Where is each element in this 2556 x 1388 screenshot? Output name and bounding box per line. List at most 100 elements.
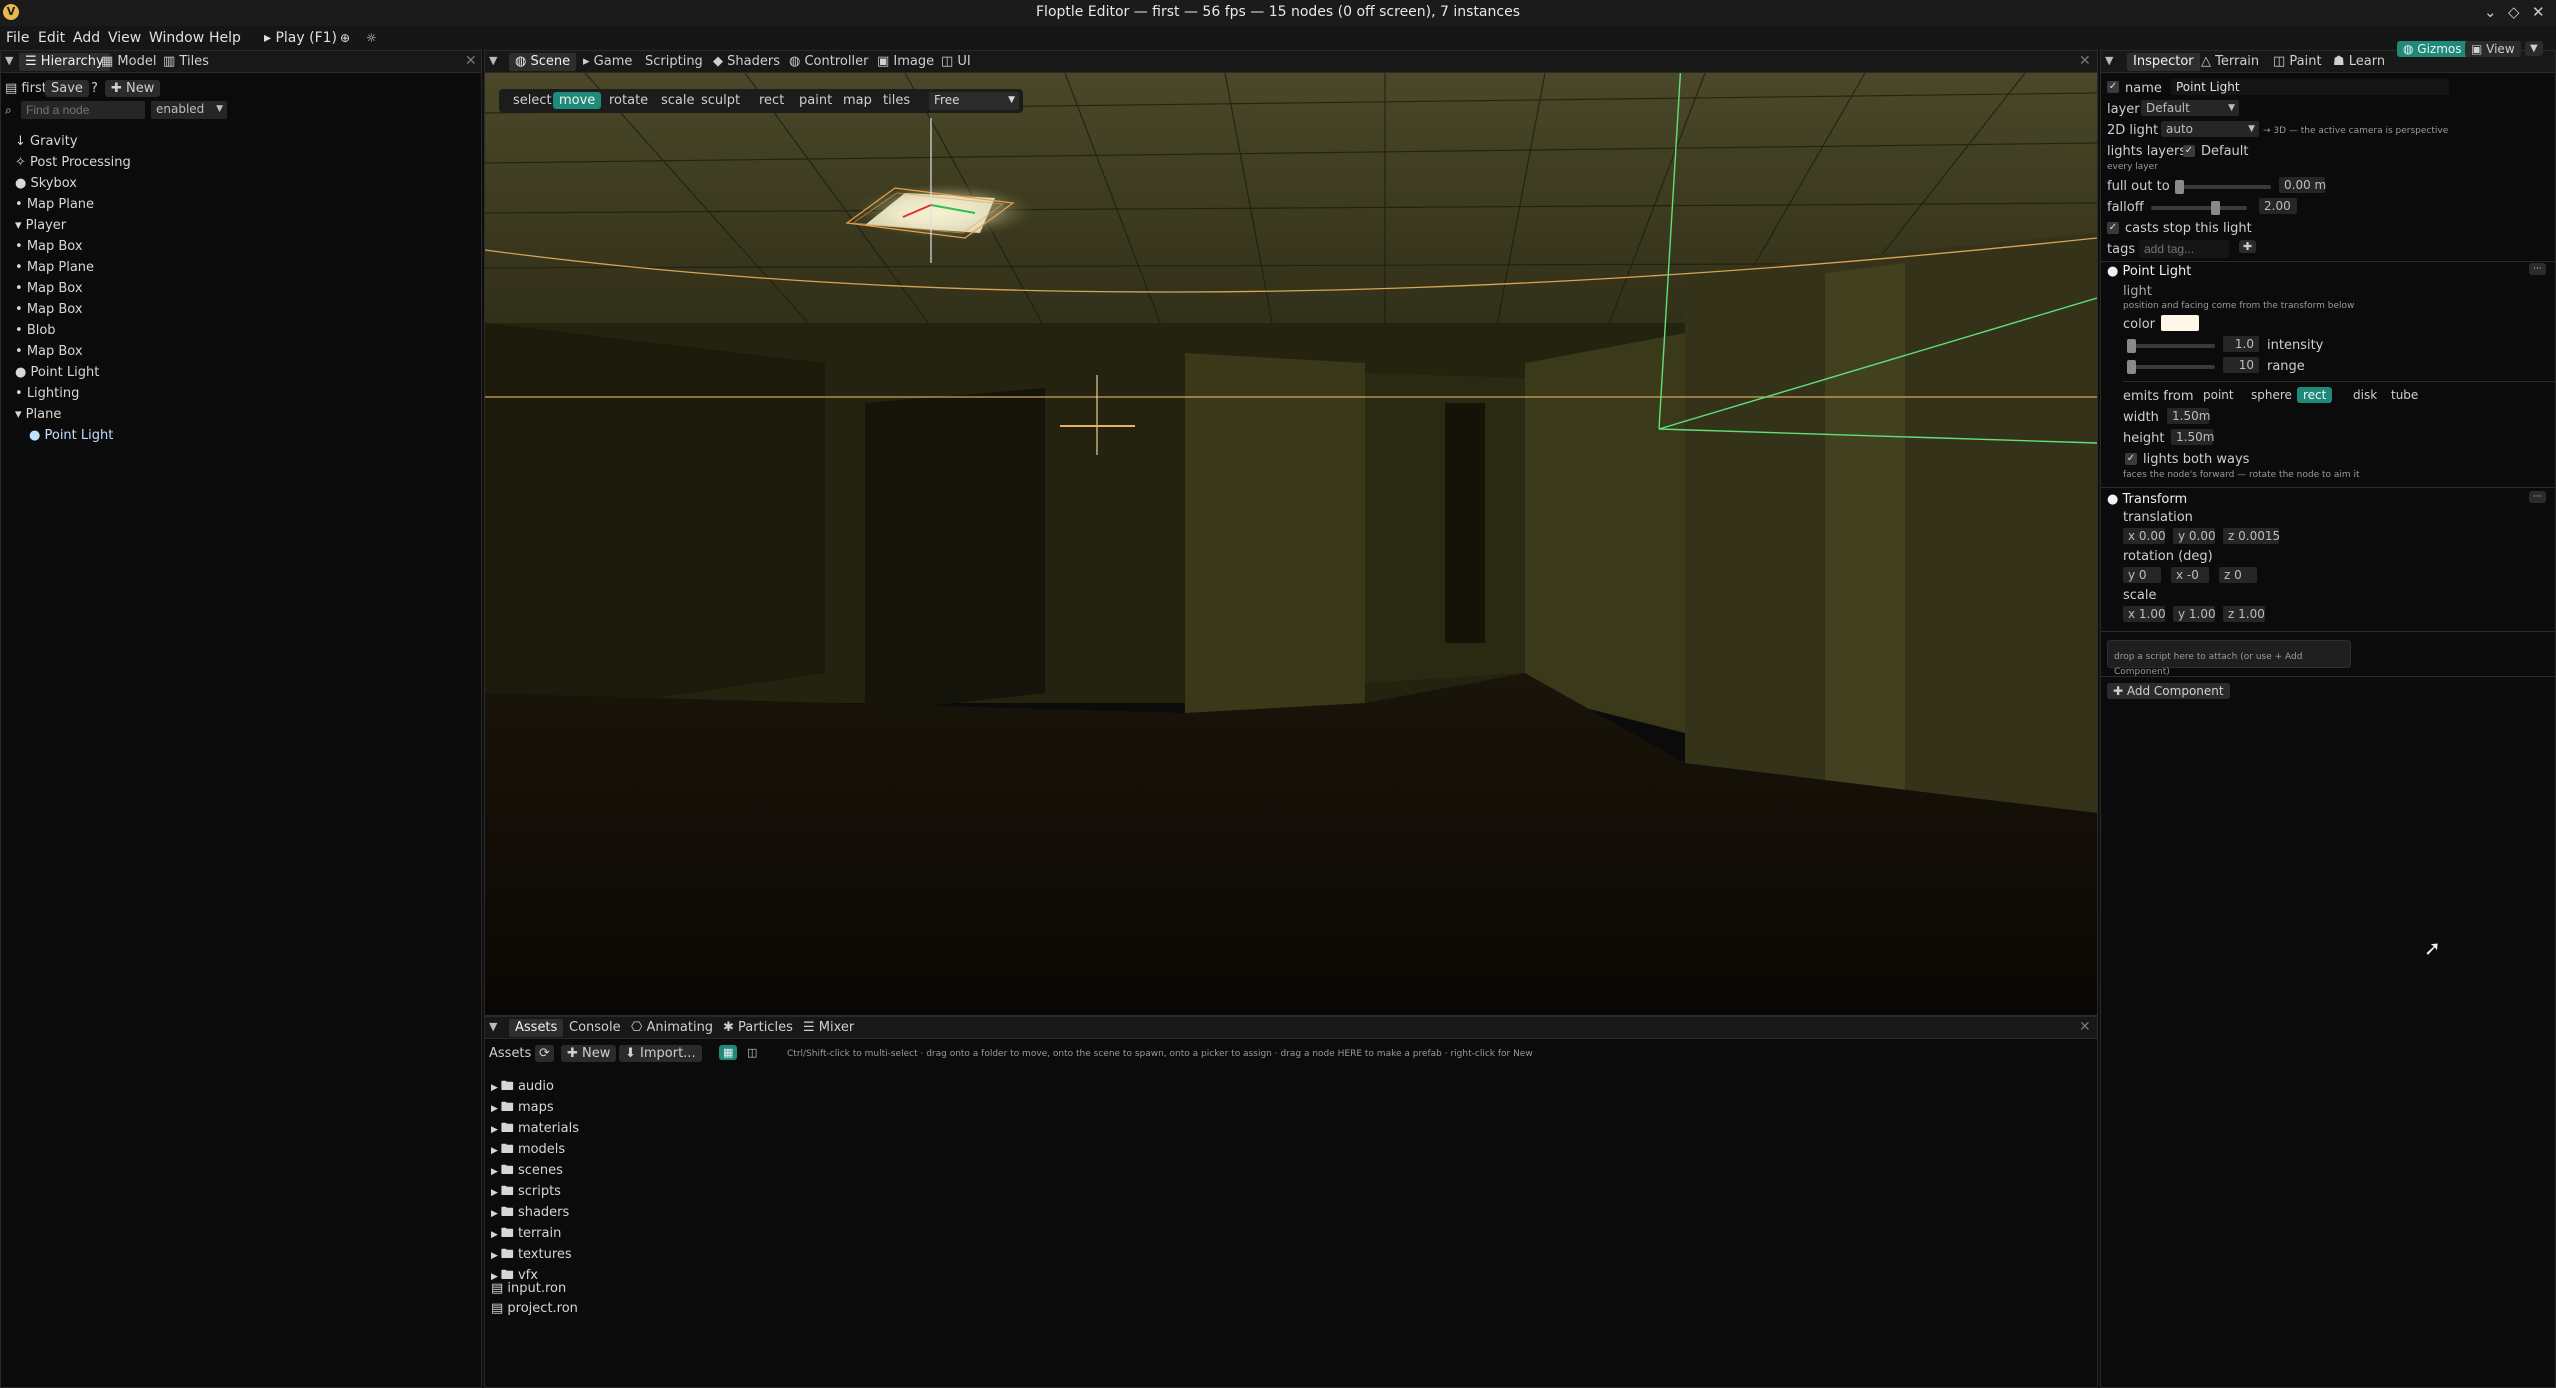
- new-node-button[interactable]: ✚ New: [105, 80, 161, 97]
- tool-scale[interactable]: scale: [655, 92, 701, 109]
- tab-inspector[interactable]: Inspector: [2127, 53, 2200, 71]
- tab-tiles[interactable]: ▥ Tiles: [157, 53, 215, 71]
- falloff-input[interactable]: 2.00: [2259, 198, 2297, 214]
- collapse-icon[interactable]: ▼: [489, 54, 497, 67]
- name-input[interactable]: Point Light: [2171, 79, 2449, 95]
- globe-icon[interactable]: ⊕: [340, 31, 350, 45]
- emit-option-disk[interactable]: disk: [2347, 387, 2383, 403]
- asset-folder[interactable]: ▶ 🖿 audio: [491, 1077, 554, 1099]
- tab-mixer[interactable]: ☰ Mixer: [797, 1019, 860, 1037]
- menu-file[interactable]: File: [6, 30, 29, 46]
- menu-add[interactable]: Add: [73, 30, 100, 46]
- tree-node[interactable]: • Lighting: [15, 386, 79, 401]
- menu-window[interactable]: Window: [149, 30, 204, 46]
- tree-node[interactable]: ● Point Light: [29, 428, 113, 443]
- tool-paint[interactable]: paint: [793, 92, 838, 109]
- new-asset-button[interactable]: ✚ New: [561, 1045, 617, 1062]
- tool-rotate[interactable]: rotate: [603, 92, 654, 109]
- emit-option-sphere[interactable]: sphere: [2245, 387, 2298, 403]
- inspector-menu-chevron-icon[interactable]: ▼: [2525, 41, 2543, 56]
- tree-node[interactable]: • Blob: [15, 323, 56, 338]
- tag-input[interactable]: [2139, 240, 2229, 258]
- view-toggle[interactable]: ▣ View: [2465, 41, 2521, 57]
- fullout-slider-knob[interactable]: [2175, 180, 2184, 194]
- help-button[interactable]: ?: [91, 81, 98, 96]
- grid-view-icon[interactable]: ▦: [719, 1045, 738, 1060]
- tree-node[interactable]: • Map Plane: [15, 260, 94, 275]
- scale-x-input[interactable]: x 1.00: [2123, 606, 2166, 622]
- close-panel-icon[interactable]: ✕: [2079, 1019, 2091, 1035]
- tree-node[interactable]: ▾ Plane: [15, 407, 61, 422]
- fullout-slider[interactable]: [2175, 185, 2271, 189]
- both-ways-checkbox[interactable]: ✓: [2125, 453, 2137, 465]
- layer-dropdown[interactable]: Default ▼: [2141, 100, 2239, 116]
- import-button[interactable]: ⬇ Import...: [619, 1045, 702, 1062]
- gizmos-toggle[interactable]: ◍ Gizmos: [2397, 41, 2468, 57]
- rotation-x-input[interactable]: x -0: [2171, 567, 2209, 583]
- tab-game[interactable]: ▸ Game: [577, 53, 638, 71]
- maximize-icon[interactable]: ◇: [2508, 3, 2520, 21]
- tree-node[interactable]: • Map Box: [15, 239, 83, 254]
- close-window-icon[interactable]: ✕: [2532, 3, 2545, 21]
- tree-node[interactable]: ▾ Player: [15, 218, 66, 233]
- tree-node[interactable]: • Map Box: [15, 281, 83, 296]
- tree-node[interactable]: • Map Box: [15, 344, 83, 359]
- asset-folder[interactable]: ▶ 🖿 maps: [491, 1098, 554, 1120]
- height-input[interactable]: 1.50m: [2171, 429, 2214, 445]
- rotation-y-input[interactable]: y 0: [2123, 567, 2161, 583]
- bug-icon[interactable]: ☼: [366, 31, 377, 45]
- tree-node[interactable]: ↓ Gravity: [15, 134, 78, 149]
- add-tag-plus-icon[interactable]: ✚: [2239, 240, 2257, 253]
- emit-option-tube[interactable]: tube: [2385, 387, 2424, 403]
- collapse-icon[interactable]: ▼: [5, 54, 13, 67]
- tool-rect[interactable]: rect: [753, 92, 790, 109]
- tool-select[interactable]: select: [507, 92, 558, 109]
- tab-assets[interactable]: Assets: [509, 1019, 564, 1037]
- asset-folder[interactable]: ▶ 🖿 terrain: [491, 1224, 561, 1246]
- tree-node[interactable]: • Map Box: [15, 302, 83, 317]
- tree-node[interactable]: • Map Plane: [15, 197, 94, 212]
- intensity-slider[interactable]: [2127, 344, 2215, 348]
- tree-node[interactable]: ● Skybox: [15, 176, 77, 191]
- scale-z-input[interactable]: z 1.00: [2223, 606, 2265, 622]
- section-menu-icon[interactable]: ···: [2529, 263, 2546, 275]
- range-input[interactable]: 10: [2223, 357, 2259, 373]
- minimize-icon[interactable]: ⌄: [2484, 3, 2497, 21]
- emit-option-rect[interactable]: rect: [2297, 387, 2333, 403]
- tab-animating[interactable]: ⎔ Animating: [625, 1019, 719, 1037]
- translation-z-input[interactable]: z 0.0015: [2223, 528, 2280, 544]
- asset-folder[interactable]: ▶ 🖿 textures: [491, 1245, 572, 1267]
- emit-option-point[interactable]: point: [2197, 387, 2240, 403]
- menu-edit[interactable]: Edit: [38, 30, 65, 46]
- tool-map[interactable]: map: [837, 92, 878, 109]
- translation-y-input[interactable]: y 0.00: [2173, 528, 2216, 544]
- tab-scene[interactable]: ◍ Scene: [509, 53, 577, 71]
- tab-terrain[interactable]: △ Terrain: [2195, 53, 2265, 71]
- tool-tiles[interactable]: tiles: [877, 92, 916, 109]
- rotation-z-input[interactable]: z 0: [2219, 567, 2257, 583]
- asset-file[interactable]: ▤ input.ron: [491, 1281, 566, 1296]
- tree-node[interactable]: ● Point Light: [15, 365, 99, 380]
- collapse-icon[interactable]: ▼: [489, 1020, 497, 1033]
- asset-folder[interactable]: ▶ 🖿 models: [491, 1140, 565, 1162]
- range-slider[interactable]: [2127, 365, 2215, 369]
- node-search-input[interactable]: [21, 101, 145, 119]
- menu-help[interactable]: Help: [209, 30, 241, 46]
- light2d-dropdown[interactable]: auto ▼: [2161, 121, 2259, 137]
- color-swatch[interactable]: [2161, 315, 2199, 331]
- menu-view[interactable]: View: [108, 30, 141, 46]
- asset-folder[interactable]: ▶ 🖿 scenes: [491, 1161, 563, 1183]
- range-slider-knob[interactable]: [2127, 360, 2136, 374]
- tab-particles[interactable]: ✱ Particles: [717, 1019, 799, 1037]
- tab-paint[interactable]: ◫ Paint: [2267, 53, 2328, 71]
- list-view-icon[interactable]: ◫: [743, 1045, 761, 1060]
- section-menu-icon[interactable]: ···: [2529, 491, 2546, 503]
- save-button[interactable]: Save: [45, 80, 89, 97]
- intensity-slider-knob[interactable]: [2127, 339, 2136, 353]
- transform-section-header[interactable]: ● Transform: [2107, 492, 2187, 507]
- scene-name[interactable]: ▤ first: [5, 81, 47, 96]
- enabled-checkbox[interactable]: ✓: [2107, 81, 2119, 93]
- camera-mode-dropdown[interactable]: Free ▼: [929, 92, 1019, 110]
- asset-folder[interactable]: ▶ 🖿 materials: [491, 1119, 579, 1141]
- tab-scripting[interactable]: Scripting: [639, 53, 709, 71]
